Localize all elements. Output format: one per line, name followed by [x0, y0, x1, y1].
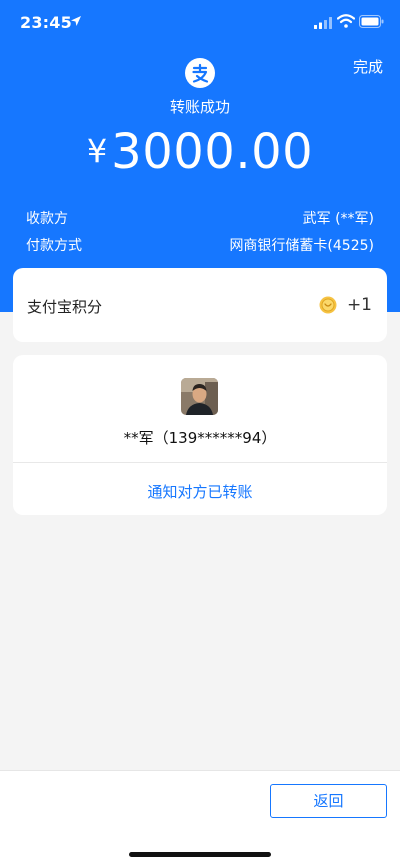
card-divider: [13, 462, 387, 463]
amount-value: 3000.00: [111, 124, 314, 180]
hero-header: 23:45 完成 转账成功 ¥3000.00 收款方 武军 (**军) 付款方式…: [0, 0, 400, 312]
recipient-name: **军（139******94）: [123, 429, 277, 447]
recipient-card: **军（139******94） 通知对方已转账: [13, 355, 387, 515]
notify-payee-link[interactable]: 通知对方已转账: [13, 481, 387, 502]
payment-method-row: 付款方式 网商银行储蓄卡(4525): [26, 235, 374, 255]
coin-icon: [319, 296, 337, 314]
alipay-logo-icon: [185, 58, 215, 88]
transfer-amount: ¥3000.00: [0, 124, 400, 180]
back-button[interactable]: 返回: [270, 784, 387, 818]
battery-icon: [359, 15, 384, 28]
currency-symbol: ¥: [86, 132, 108, 170]
points-label: 支付宝积分: [27, 298, 103, 316]
payee-value: 武军 (**军): [302, 211, 374, 227]
home-indicator: [129, 852, 271, 857]
avatar: [181, 378, 218, 415]
wifi-icon: [337, 14, 355, 28]
points-value: +1: [346, 295, 372, 315]
payment-method-label: 付款方式: [26, 238, 82, 254]
payee-label: 收款方: [26, 211, 68, 227]
location-arrow-icon: [71, 16, 81, 26]
done-button[interactable]: 完成: [353, 56, 383, 77]
payee-row: 收款方 武军 (**军): [26, 208, 374, 228]
status-time: 23:45: [20, 13, 72, 32]
payment-method-value: 网商银行储蓄卡(4525): [229, 238, 374, 254]
signal-icon: [314, 17, 332, 29]
status-bar: 23:45: [0, 0, 400, 46]
success-title: 转账成功: [169, 98, 230, 116]
bottom-bar: 返回: [0, 770, 400, 867]
